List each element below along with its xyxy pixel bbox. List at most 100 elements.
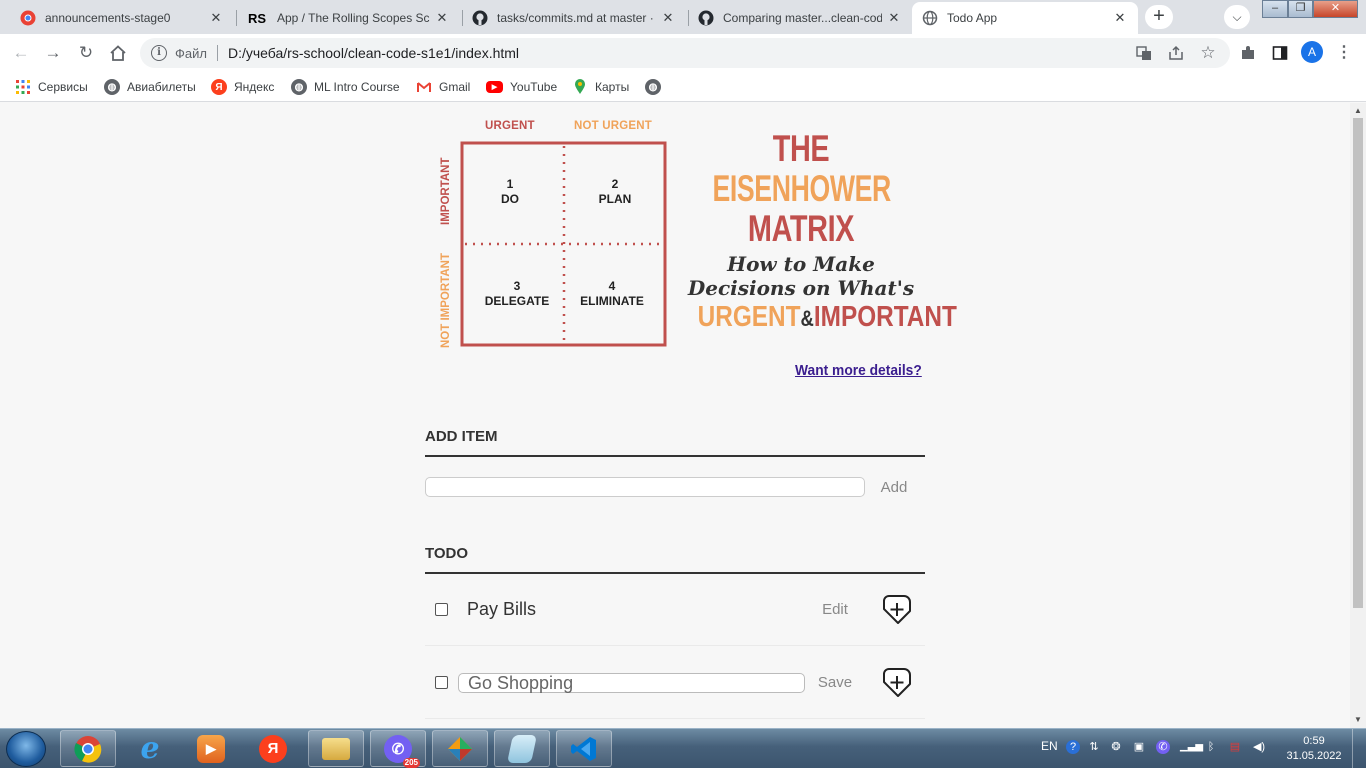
tab-close-icon[interactable]: ✕ — [886, 10, 902, 26]
notepad-icon[interactable] — [494, 730, 550, 767]
start-button[interactable] — [6, 731, 46, 767]
tab-github-compare[interactable]: Comparing master...clean-code ✕ — [688, 2, 912, 34]
cell-label: PLAN — [598, 192, 632, 206]
tab-title: Comparing master...clean-code — [723, 11, 882, 25]
tab-close-icon[interactable]: ✕ — [660, 10, 676, 26]
tab-close-icon[interactable]: ✕ — [1112, 10, 1128, 26]
keyboard-language[interactable]: EN — [1041, 739, 1058, 753]
reload-icon[interactable]: ↻ — [74, 41, 98, 65]
new-task-input[interactable] — [425, 477, 865, 497]
todo-checkbox[interactable] — [435, 603, 448, 616]
show-desktop-button[interactable] — [1352, 729, 1366, 768]
site-info-icon[interactable]: i — [151, 45, 167, 61]
rs-logo-icon: RS — [247, 10, 267, 26]
bookmark-avia[interactable]: ◍ Авиабилеты — [104, 77, 196, 97]
side-panel-icon[interactable] — [1268, 41, 1292, 65]
youtube-icon: ▶ — [486, 81, 503, 93]
tab-title: announcements-stage0 — [45, 11, 171, 25]
internet-explorer-icon[interactable]: e — [122, 730, 178, 767]
tab-search-chevron-icon[interactable]: ⌵ — [1224, 5, 1250, 29]
save-button[interactable]: Save — [810, 674, 860, 691]
bookmark-globe[interactable]: ◍ — [645, 77, 668, 97]
maps-pin-icon — [572, 79, 588, 95]
profile-avatar[interactable]: A — [1301, 41, 1323, 63]
forward-arrow-icon[interactable]: → — [41, 41, 65, 65]
chrome-icon[interactable] — [60, 730, 116, 767]
priority-tag-icon[interactable] — [880, 665, 914, 699]
github-icon — [472, 10, 488, 26]
bookmark-label: Сервисы — [38, 80, 88, 94]
system-clock[interactable]: 0:59 31.05.2022 — [1282, 734, 1346, 764]
tab-announcements[interactable]: announcements-stage0 ✕ — [10, 2, 234, 34]
tray-app-icon[interactable]: ❂ — [1109, 740, 1123, 754]
vscode-icon[interactable] — [556, 730, 612, 767]
tab-todo-app[interactable]: Todo App ✕ — [912, 2, 1138, 34]
clock-date: 31.05.2022 — [1286, 750, 1342, 762]
tab-close-icon[interactable]: ✕ — [208, 10, 224, 26]
tray-arrows-icon[interactable]: ⇅ — [1087, 740, 1101, 754]
bookmark-star-icon[interactable]: ☆ — [1196, 41, 1220, 65]
cell-label: ELIMINATE — [580, 294, 644, 308]
poster-line-the: THE — [772, 128, 830, 169]
bookmark-gmail[interactable]: Gmail — [416, 77, 470, 97]
bookmark-label: Яндекс — [234, 80, 275, 94]
todo-label[interactable]: Pay Bills — [467, 599, 536, 620]
signal-bars-icon[interactable]: ▁▃▅ — [1180, 740, 1203, 754]
poster-ampersand: & — [800, 306, 814, 331]
bookmark-ml-intro[interactable]: ◍ ML Intro Course — [291, 77, 400, 97]
bookmark-label: YouTube — [510, 80, 558, 94]
viber-icon[interactable]: ✆ 205 — [370, 730, 426, 768]
not-important-header: NOT IMPORTANT — [440, 253, 452, 348]
menu-kebab-icon[interactable]: ⋮ — [1332, 41, 1356, 65]
home-icon[interactable] — [106, 41, 130, 65]
translate-icon[interactable] — [1132, 41, 1156, 65]
volume-icon[interactable]: ◀) — [1252, 740, 1266, 754]
want-more-details-link[interactable]: Want more details? — [795, 362, 922, 379]
yandex-browser-icon[interactable]: Я — [245, 730, 301, 767]
extensions-puzzle-icon[interactable] — [1236, 41, 1260, 65]
clock-time: 0:59 — [1303, 735, 1325, 747]
tab-close-icon[interactable]: ✕ — [434, 10, 450, 26]
page-scrollbar[interactable]: ▲ ▼ — [1350, 103, 1366, 728]
todo-checkbox[interactable] — [435, 676, 448, 689]
globe-icon: ◍ — [645, 79, 661, 95]
poster-urgent: URGENT — [697, 301, 801, 333]
bookmark-yandex[interactable]: Я Яндекс — [211, 77, 274, 97]
network-icon[interactable]: ▤ — [1228, 740, 1242, 754]
tab-title: App / The Rolling Scopes School — [277, 11, 430, 25]
viber-badge: 205 — [402, 757, 420, 768]
tray-viber-icon[interactable]: ✆ — [1156, 740, 1170, 754]
tab-github-commits[interactable]: tasks/commits.md at master · r ✕ — [462, 2, 686, 34]
matrix-grid — [460, 141, 667, 347]
tab-rs-app[interactable]: RS App / The Rolling Scopes School ✕ — [236, 2, 460, 34]
apps-grid-icon — [15, 79, 31, 95]
media-player-icon[interactable]: ▶ — [183, 730, 239, 767]
add-button[interactable]: Add — [869, 478, 919, 498]
colorful-app-icon[interactable] — [432, 730, 488, 767]
address-bar[interactable]: i Файл D:/учеба/rs-school/clean-code-s1e… — [140, 38, 1230, 68]
new-tab-button[interactable]: + — [1145, 5, 1173, 29]
bluetooth-icon[interactable]: ᛒ — [1204, 740, 1218, 754]
share-icon[interactable] — [1164, 41, 1188, 65]
scroll-down-icon[interactable]: ▼ — [1354, 715, 1362, 724]
bookmark-services[interactable]: Сервисы — [15, 77, 88, 97]
window-close-button[interactable]: ✕ — [1313, 0, 1358, 18]
cell-number: 3 — [513, 279, 521, 293]
edit-button[interactable]: Edit — [810, 601, 860, 618]
tray-monitor-icon[interactable]: ▣ — [1132, 740, 1146, 754]
poster-line-urgent-important: URGENT&IMPORTANT — [697, 300, 957, 336]
yandex-icon: Я — [211, 79, 227, 95]
back-arrow-icon[interactable]: ← — [9, 41, 33, 65]
bookmark-youtube[interactable]: ▶ YouTube — [486, 77, 557, 97]
maximize-button[interactable]: ❐ — [1288, 0, 1313, 18]
bookmark-maps[interactable]: Карты — [572, 77, 629, 97]
help-icon[interactable]: ? — [1066, 740, 1080, 754]
poster-line-matrix: MATRIX — [747, 208, 855, 249]
file-explorer-icon[interactable] — [308, 730, 364, 767]
minimize-button[interactable]: – — [1262, 0, 1288, 18]
todo-edit-input[interactable]: Go Shopping — [458, 673, 805, 693]
priority-tag-icon[interactable] — [880, 592, 914, 626]
poster-important: IMPORTANT — [813, 301, 957, 333]
scrollbar-thumb[interactable] — [1353, 118, 1363, 608]
scroll-up-icon[interactable]: ▲ — [1354, 106, 1362, 115]
